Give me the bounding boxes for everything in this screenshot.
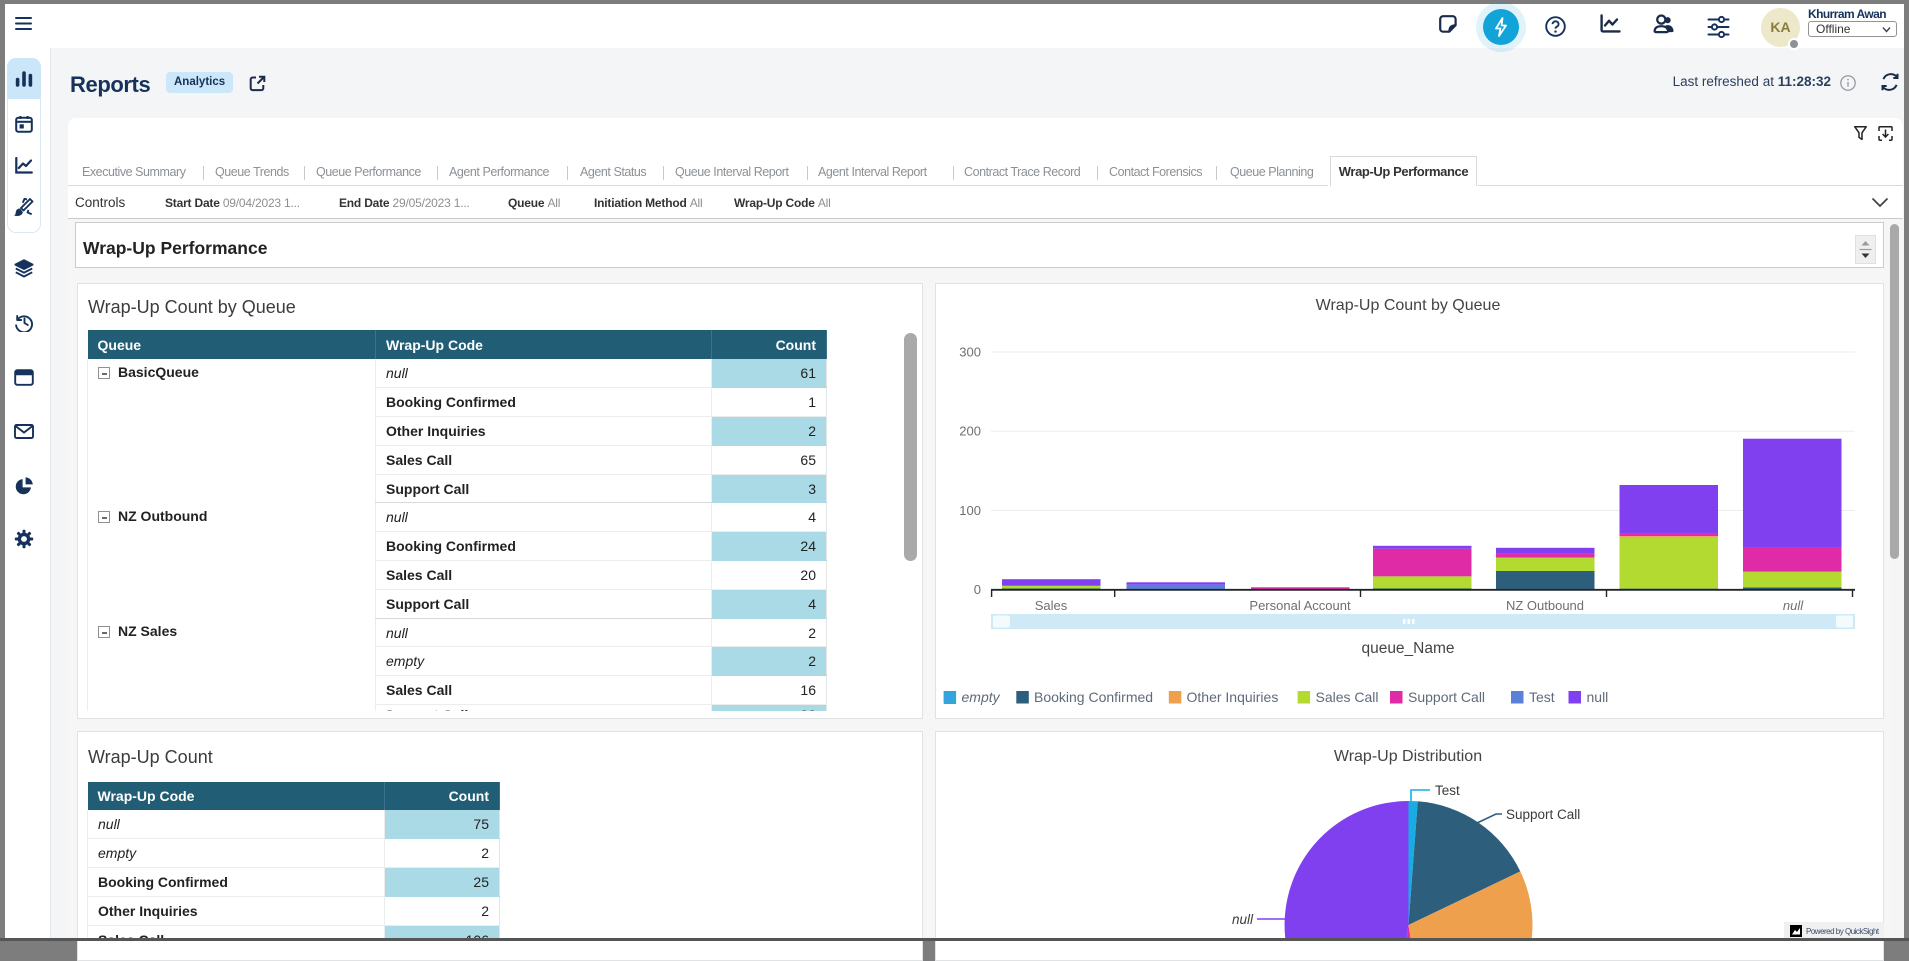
svg-text:Wrap-Up Distribution: Wrap-Up Distribution [1334,748,1482,765]
svg-text:Booking Confirmed: Booking Confirmed [1034,689,1153,705]
svg-text:Support Call: Support Call [1408,689,1485,705]
svg-text:empty: empty [962,689,1001,705]
svg-text:Personal Account: Personal Account [1249,598,1351,613]
svg-text:300: 300 [959,345,981,360]
svg-text:queue_Name: queue_Name [1361,640,1454,657]
svg-text:NZ Outbound: NZ Outbound [1506,598,1584,613]
svg-text:Sales: Sales [1035,598,1068,613]
svg-text:Sales Call: Sales Call [1316,689,1379,705]
svg-text:Support Call: Support Call [1506,807,1580,822]
svg-text:null: null [1783,598,1804,613]
svg-text:Other Inquiries: Other Inquiries [1187,689,1279,705]
svg-text:null: null [1587,689,1609,705]
svg-text:200: 200 [959,424,981,439]
svg-text:0: 0 [974,582,981,597]
svg-text:100: 100 [959,503,981,518]
svg-text:Test: Test [1529,689,1555,705]
svg-text:Test: Test [1435,783,1460,798]
svg-text:null: null [1232,912,1254,927]
svg-text:Wrap-Up Count by Queue: Wrap-Up Count by Queue [1316,297,1501,314]
